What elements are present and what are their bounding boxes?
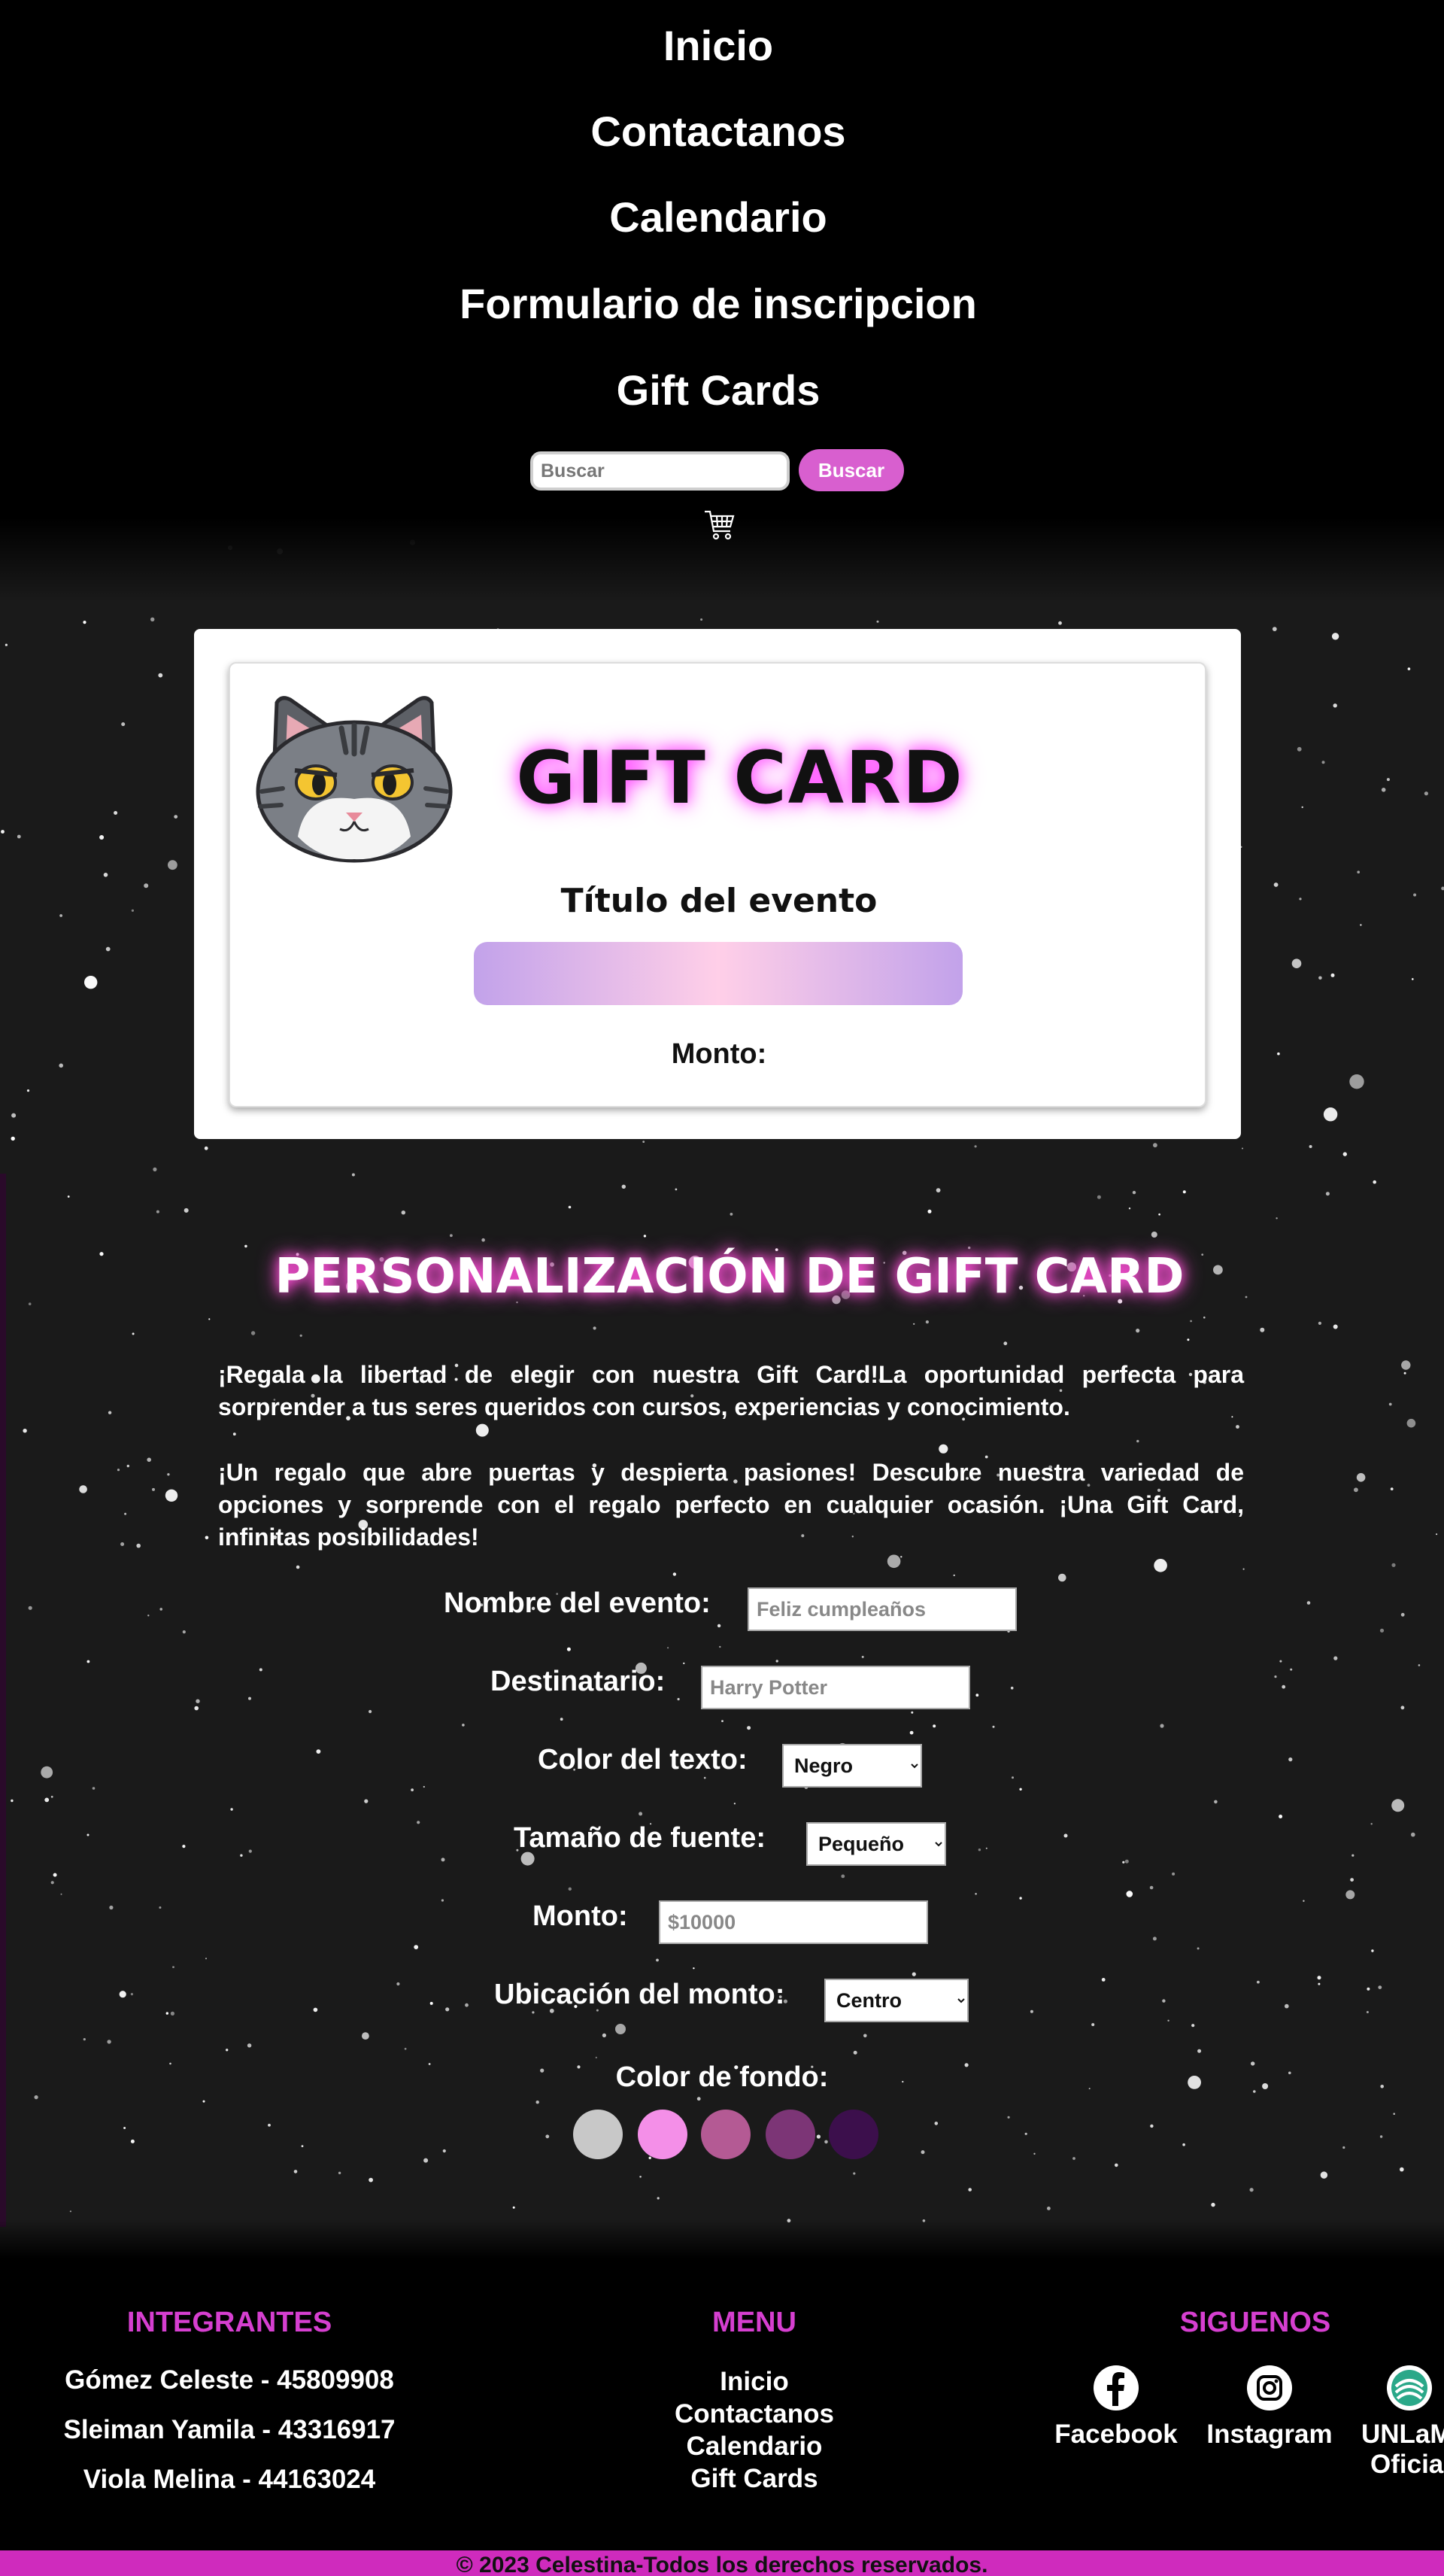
nav-contactanos[interactable]: Contactanos	[0, 107, 1436, 156]
field-row-font-size: Tamaño de fuente: Pequeño	[0, 1822, 1444, 1869]
search-input[interactable]	[530, 451, 790, 491]
personalization-heading: PERSONALIZACIÓN DE GIFT CARD	[275, 1249, 1185, 1305]
copyright-bar: © 2023 Celestina-Todos los derechos rese…	[0, 2550, 1444, 2576]
gift-card-decorative-bar	[474, 942, 963, 1005]
cart-icon[interactable]	[703, 506, 736, 542]
footer-menu-gift-cards[interactable]: Gift Cards	[642, 2464, 867, 2494]
amount-position-label: Ubicación del monto:	[494, 1979, 785, 2010]
members-heading: INTEGRANTES	[126, 2307, 332, 2338]
instagram-label[interactable]: Instagram	[1194, 2420, 1345, 2450]
nav-gift-cards[interactable]: Gift Cards	[0, 366, 1436, 415]
menu-heading: MENU	[712, 2307, 796, 2338]
instagram-icon[interactable]	[1245, 2364, 1294, 2412]
field-row-amount: Monto:	[0, 1900, 1444, 1947]
recipient-label: Destinatario:	[490, 1666, 666, 1697]
font-size-select[interactable]: Pequeño	[806, 1822, 946, 1866]
event-name-label: Nombre del evento:	[444, 1587, 711, 1619]
unlam-label-line1[interactable]: UNLaM	[1361, 2420, 1444, 2450]
field-row-text-color: Color del texto: Negro	[0, 1744, 1444, 1791]
nav-inicio[interactable]: Inicio	[0, 21, 1436, 70]
field-row-event-name: Nombre del evento:	[0, 1587, 1444, 1634]
nav-formulario[interactable]: Formulario de inscripcion	[0, 279, 1436, 328]
font-size-label: Tamaño de fuente:	[514, 1822, 766, 1854]
unlam-label-line2[interactable]: Oficial	[1370, 2450, 1444, 2480]
unlam-icon[interactable]	[1385, 2364, 1433, 2412]
amount-label: Monto:	[532, 1900, 628, 1932]
bg-color-swatch-2[interactable]	[638, 2110, 687, 2159]
bg-color-swatch-3[interactable]	[701, 2110, 751, 2159]
member-3: Viola Melina - 44163024	[83, 2465, 376, 2494]
field-row-amount-position: Ubicación del monto: Centro	[0, 1979, 1444, 2025]
nav-calendario[interactable]: Calendario	[0, 193, 1436, 242]
bg-color-swatch-5[interactable]	[829, 2110, 878, 2159]
recipient-input[interactable]	[701, 1666, 970, 1709]
gift-card-event-title: Título del evento	[560, 882, 878, 920]
bg-color-swatch-4[interactable]	[766, 2110, 815, 2159]
amount-position-select[interactable]: Centro	[824, 1979, 969, 2022]
gift-card-heading: GIFT CARD	[516, 736, 964, 820]
gift-card-amount-label: Monto:	[671, 1038, 767, 1070]
facebook-icon[interactable]	[1092, 2364, 1140, 2412]
event-name-input[interactable]	[748, 1587, 1017, 1631]
footer-menu-inicio[interactable]: Inicio	[642, 2367, 867, 2397]
member-1: Gómez Celeste - 45809908	[65, 2365, 394, 2395]
facebook-label[interactable]: Facebook	[1041, 2420, 1191, 2450]
bg-color-label: Color de fondo:	[615, 2061, 829, 2093]
copyright-text: © 2023 Celestina-Todos los derechos rese…	[456, 2553, 988, 2576]
amount-input[interactable]	[659, 1900, 928, 1944]
header: Inicio Contactanos Calendario Formulario…	[0, 0, 1444, 602]
text-color-label: Color del texto:	[538, 1744, 748, 1776]
text-color-select[interactable]: Negro	[782, 1744, 922, 1788]
footer-menu-contactanos[interactable]: Contactanos	[642, 2399, 867, 2429]
social-heading: SIGUENOS	[1179, 2307, 1331, 2338]
gift-card-preview: GIFT CARD Título del evento Monto:	[229, 662, 1206, 1107]
field-row-recipient: Destinatario:	[0, 1666, 1444, 1712]
intro-paragraph-2: ¡Un regalo que abre puertas y despierta …	[218, 1459, 1244, 1551]
footer-menu-calendario[interactable]: Calendario	[642, 2432, 867, 2462]
search-button[interactable]: Buscar	[799, 449, 904, 491]
member-2: Sleiman Yamila - 43316917	[63, 2415, 396, 2444]
gift-card-preview-frame: GIFT CARD Título del evento Monto:	[194, 629, 1241, 1139]
footer	[0, 2219, 1444, 2576]
bg-color-swatch-1[interactable]	[573, 2110, 623, 2159]
intro-paragraph-1: ¡Regala la libertad de elegir con nuestr…	[218, 1361, 1244, 1420]
